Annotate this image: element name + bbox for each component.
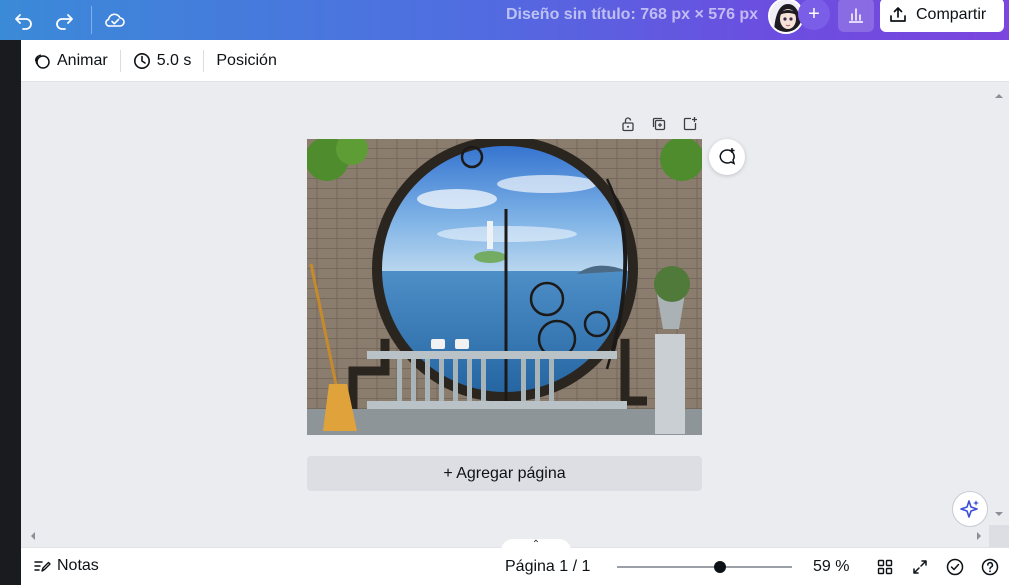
save-status-button[interactable]	[99, 4, 131, 36]
duration-button[interactable]: 5.0 s	[121, 47, 204, 75]
position-label: Posición	[216, 51, 277, 69]
header-divider	[91, 6, 92, 34]
plus-icon: +	[808, 2, 820, 25]
editor-header: Diseño sin título: 768 px × 576 px + Com…	[0, 0, 1009, 40]
page-actions	[618, 114, 699, 134]
vertical-scrollbar[interactable]	[989, 82, 1009, 525]
scroll-down-icon[interactable]	[989, 504, 1009, 524]
comment-plus-icon	[719, 148, 736, 165]
zoom-level[interactable]: 59 %	[813, 558, 849, 576]
add-page-icon	[683, 116, 697, 130]
balcony-sea-illustration	[307, 139, 702, 435]
share-label: Compartir	[916, 6, 987, 23]
undo-icon	[15, 14, 32, 30]
expand-pages-button[interactable]: ⌃	[501, 539, 571, 551]
notes-icon	[34, 561, 51, 572]
side-panel-strip	[0, 40, 21, 585]
add-page-button[interactable]: + Agregar página	[307, 456, 702, 491]
scrollbar-corner	[989, 525, 1009, 547]
redo-icon	[56, 14, 73, 30]
expand-icon	[913, 560, 927, 574]
animate-icon	[34, 53, 50, 69]
zoom-slider[interactable]	[617, 561, 792, 573]
notes-button[interactable]: Notas	[33, 557, 99, 575]
chevron-up-icon: ⌃	[531, 539, 541, 550]
duration-label: 5.0 s	[156, 51, 192, 69]
grid-icon	[877, 559, 893, 575]
design-title[interactable]: Diseño sin título: 768 px × 576 px	[506, 6, 758, 24]
zoom-slider-thumb[interactable]	[714, 561, 727, 573]
lock-open-icon	[621, 116, 634, 131]
bar-chart-icon	[849, 8, 863, 23]
help-icon	[981, 558, 999, 576]
context-toolbar: Animar 5.0 s Posición	[21, 40, 1009, 82]
notes-label: Notas	[57, 557, 99, 574]
cloud-saved-icon	[105, 13, 125, 27]
add-comment-button[interactable]	[709, 139, 745, 175]
duplicate-page-button[interactable]	[649, 114, 668, 133]
magic-assistant-button[interactable]	[952, 491, 988, 527]
lock-page-button[interactable]	[618, 114, 637, 133]
redo-button[interactable]	[48, 4, 80, 36]
animate-button[interactable]: Animar	[21, 47, 120, 75]
check-button[interactable]	[945, 557, 965, 577]
add-page-icon-button[interactable]	[680, 114, 699, 133]
position-button[interactable]: Posición	[204, 47, 288, 75]
scroll-left-icon[interactable]	[23, 526, 43, 546]
design-canvas-image[interactable]	[307, 139, 702, 435]
status-bar: ⌃ Notas Página 1 / 1 59 %	[21, 539, 1009, 585]
animate-label: Animar	[57, 51, 108, 69]
invite-button[interactable]: +	[798, 0, 830, 30]
insights-button[interactable]	[838, 0, 874, 32]
page-indicator[interactable]: Página 1 / 1	[505, 558, 590, 576]
sparkle-icon	[960, 500, 979, 518]
duplicate-icon	[652, 117, 665, 130]
grid-view-button[interactable]	[875, 557, 895, 577]
share-button[interactable]: Compartir	[880, 0, 1004, 32]
scroll-up-icon[interactable]	[989, 86, 1009, 106]
help-button[interactable]	[980, 557, 1000, 577]
undo-button[interactable]	[8, 4, 40, 36]
check-circle-icon	[946, 558, 964, 576]
fullscreen-button[interactable]	[910, 557, 930, 577]
clock-icon	[133, 52, 150, 69]
scroll-right-icon[interactable]	[969, 526, 989, 546]
share-upload-icon	[890, 7, 906, 22]
